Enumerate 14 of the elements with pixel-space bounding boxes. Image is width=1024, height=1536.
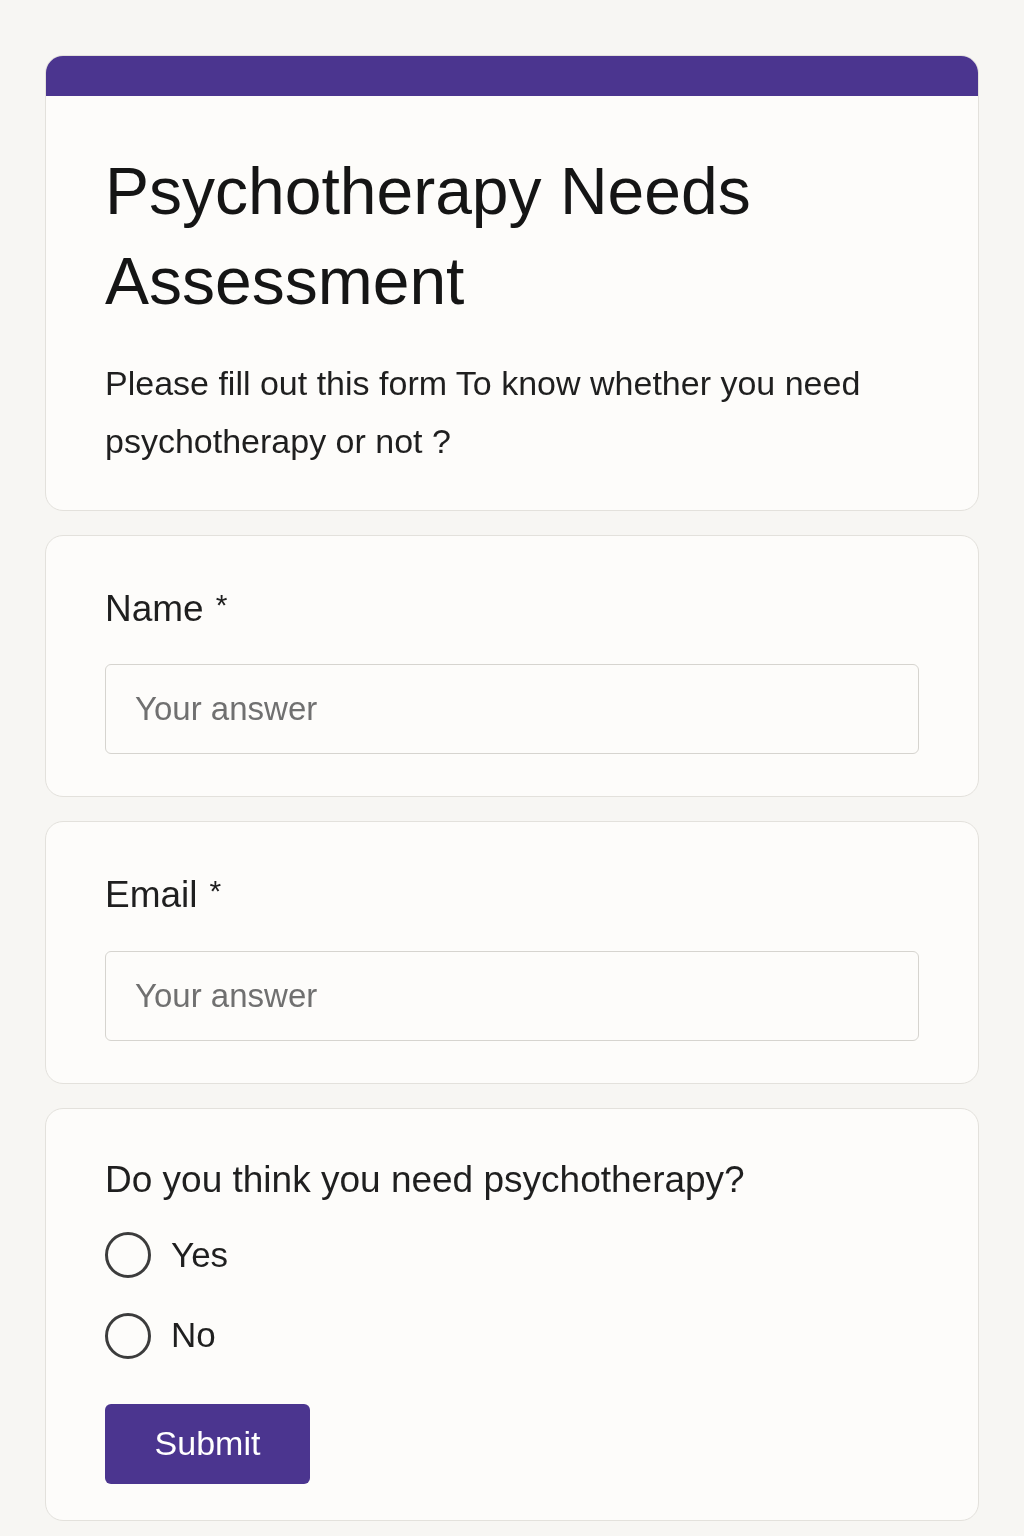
- question-label: Name: [105, 587, 204, 631]
- form-description: Please fill out this form To know whether you need psychotherapy or not ?: [105, 363, 862, 462]
- submit-button[interactable]: Submit: [105, 1403, 310, 1484]
- required-asterisk: *: [209, 873, 222, 910]
- option-label: No: [171, 1314, 216, 1357]
- answer-field[interactable]: Your answer: [105, 950, 919, 1041]
- form-title: Psychotherapy Needs Assessment: [105, 153, 752, 320]
- answer-field[interactable]: Your answer: [105, 664, 919, 755]
- radio-button[interactable]: [105, 1312, 151, 1359]
- question-label: Email: [105, 873, 198, 918]
- radio-button[interactable]: [105, 1232, 151, 1278]
- required-asterisk: *: [215, 587, 228, 623]
- option-label: Yes: [171, 1233, 229, 1276]
- question-label: Do you think you need psychotherapy?: [105, 1157, 745, 1202]
